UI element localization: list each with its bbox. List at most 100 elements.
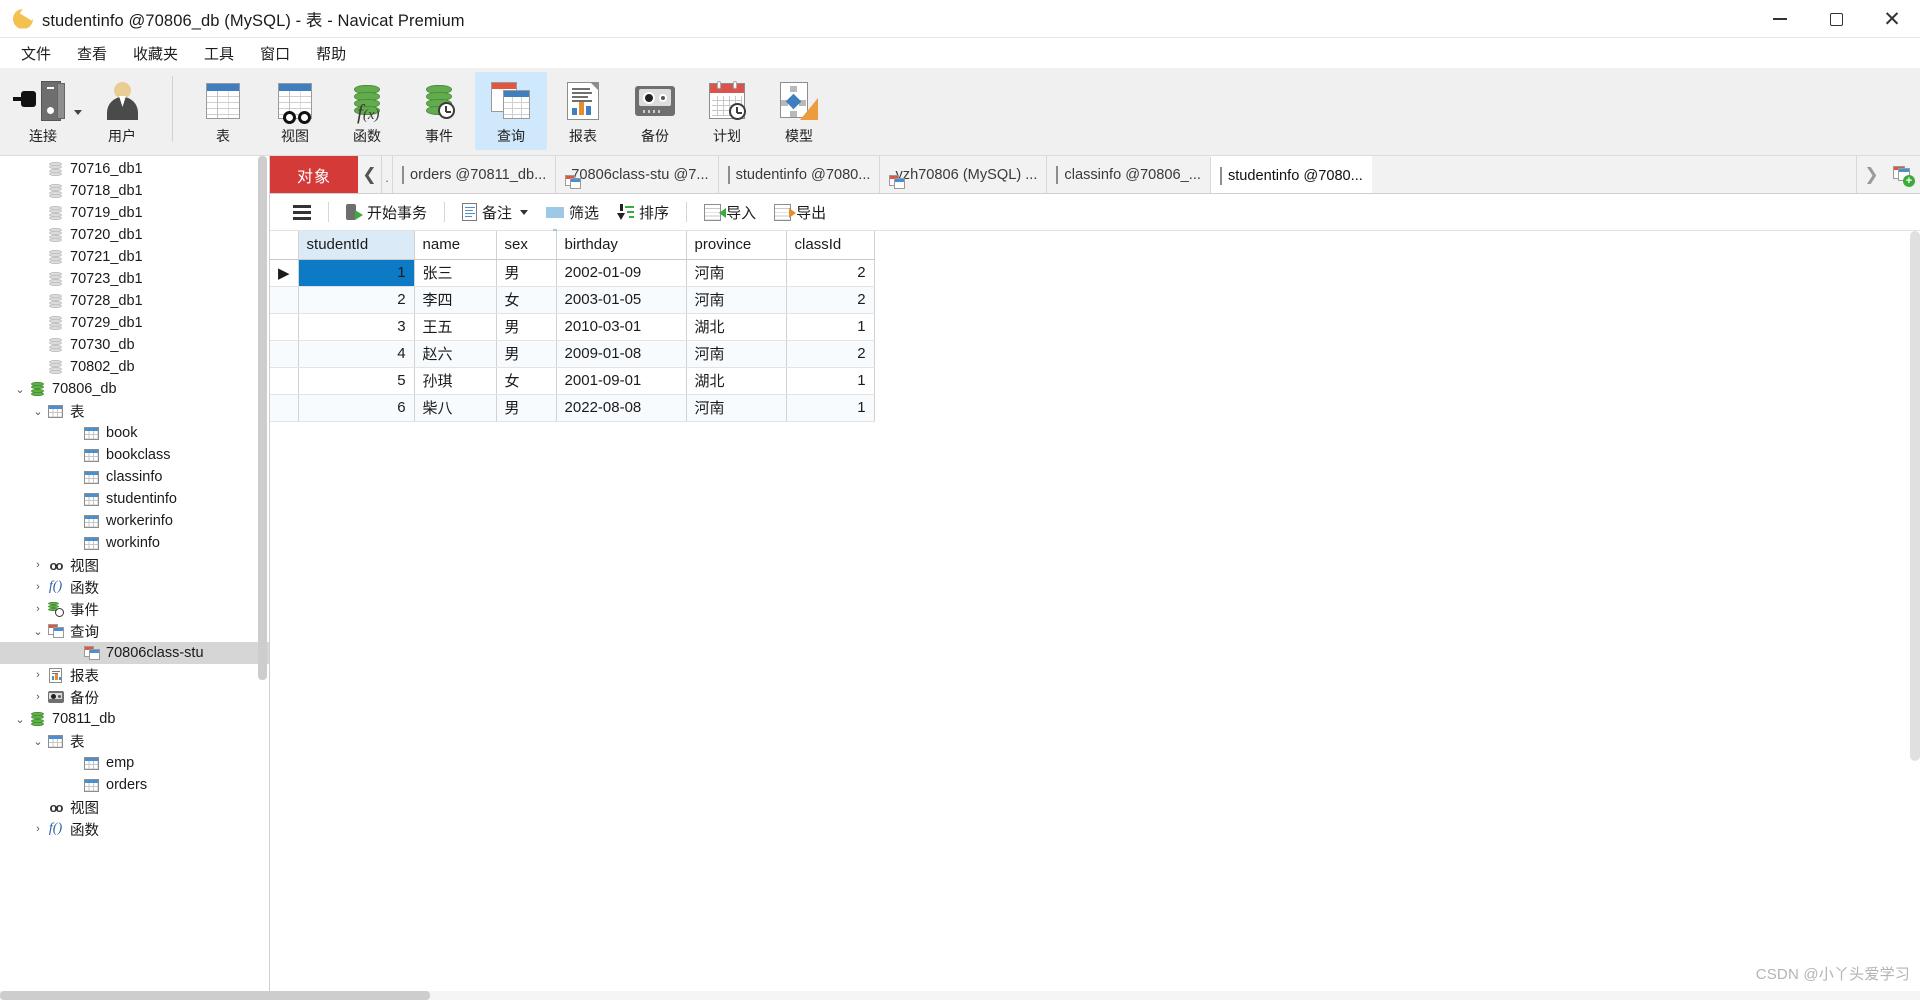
tree-node-70811-db[interactable]: ⌄ 70811_db <box>0 708 269 730</box>
toolbar-event-button[interactable]: 事件 <box>403 72 475 150</box>
menu-item-favorites[interactable]: 收藏夹 <box>120 39 191 68</box>
menu-item-view[interactable]: 查看 <box>64 39 120 68</box>
cell-studentId[interactable]: 4 <box>298 340 415 368</box>
row-marker[interactable] <box>270 394 299 422</box>
tree-node-70716-db1[interactable]: 70716_db1 <box>0 158 269 180</box>
menu-item-window[interactable]: 窗口 <box>247 39 303 68</box>
maximize-icon[interactable] <box>1808 0 1864 38</box>
cell-name[interactable]: 赵六 <box>414 340 497 368</box>
grid-vertical-scrollbar-thumb[interactable] <box>1910 231 1920 761</box>
cell-province[interactable]: 湖北 <box>686 367 787 395</box>
cell-studentId[interactable]: 6 <box>298 394 415 422</box>
tree-node-bookclass[interactable]: bookclass <box>0 444 269 466</box>
row-marker[interactable] <box>270 313 299 341</box>
cell-classId[interactable]: 2 <box>786 340 875 368</box>
tree-node--[interactable]: ⌄ 表 <box>0 730 269 752</box>
table-row[interactable]: 5 孙琪女 2001-09-01 湖北 1 <box>270 367 875 395</box>
tree-twisty[interactable]: › <box>30 691 46 703</box>
cell-studentId[interactable]: 5 <box>298 367 415 395</box>
tree-node-orders[interactable]: orders <box>0 774 269 796</box>
tree-node-70720-db1[interactable]: 70720_db1 <box>0 224 269 246</box>
tree-twisty[interactable]: ⌄ <box>12 713 28 726</box>
cell-sex[interactable]: 女 <box>496 367 557 395</box>
column-header-classId[interactable]: classId <box>786 231 875 260</box>
document-tab[interactable]: 70806class-stu @7... <box>555 156 718 193</box>
cell-province[interactable]: 河南 <box>686 394 787 422</box>
cell-name[interactable]: 李四 <box>414 286 497 314</box>
document-tab[interactable]: classinfo @70806_... <box>1046 156 1210 193</box>
tree-node-70730-db[interactable]: 70730_db <box>0 334 269 356</box>
cell-studentId[interactable]: 2 <box>298 286 415 314</box>
column-header-province[interactable]: province <box>686 231 787 260</box>
document-tab[interactable]: yzh70806 (MySQL) ... <box>879 156 1047 193</box>
cell-classId[interactable]: 2 <box>786 286 875 314</box>
menu-item-tools[interactable]: 工具 <box>191 39 247 68</box>
cell-sex[interactable]: 男 <box>496 259 557 287</box>
menu-item-help[interactable]: 帮助 <box>303 39 359 68</box>
import-button[interactable]: 导入 <box>695 198 765 227</box>
tree-node--[interactable]: › 报表 <box>0 664 269 686</box>
toolbar-model-button[interactable]: 模型 <box>763 72 835 150</box>
sidebar-scrollbar[interactable] <box>258 156 267 1000</box>
cell-name[interactable]: 张三 <box>414 259 497 287</box>
cell-sex[interactable]: 男 <box>496 313 557 341</box>
cell-studentId[interactable]: 1 <box>298 259 415 287</box>
tree-twisty[interactable]: ⌄ <box>30 405 46 418</box>
sidebar-scrollbar-thumb[interactable] <box>258 156 267 680</box>
sort-button[interactable]: 排序 <box>608 198 678 227</box>
tree-twisty[interactable]: › <box>30 581 46 593</box>
menu-item-file[interactable]: 文件 <box>8 39 64 68</box>
cell-sex[interactable]: 男 <box>496 340 557 368</box>
tree-node-emp[interactable]: emp <box>0 752 269 774</box>
toolbar-schedule-button[interactable]: 计划 <box>691 72 763 150</box>
table-row[interactable]: 4 赵六男 2009-01-08 河南 2 <box>270 340 875 368</box>
cell-birthday[interactable]: 2009-01-08 <box>556 340 687 368</box>
toolbar-report-button[interactable]: 报表 <box>547 72 619 150</box>
column-header-sex[interactable]: sex <box>496 231 557 260</box>
cell-classId[interactable]: 1 <box>786 313 875 341</box>
toolbar-function-button[interactable]: f(x) 函数 <box>331 72 403 150</box>
tree-node--[interactable]: › 事件 <box>0 598 269 620</box>
chevron-down-icon[interactable] <box>520 209 529 215</box>
tree-twisty[interactable]: ⌄ <box>30 625 46 638</box>
tree-node-70721-db1[interactable]: 70721_db1 <box>0 246 269 268</box>
chevron-down-icon[interactable] <box>74 110 82 115</box>
tree-twisty[interactable]: ⌄ <box>12 383 28 396</box>
toolbar-table-button[interactable]: 表 <box>187 72 259 150</box>
begin-transaction-button[interactable]: 开始事务 <box>337 198 436 227</box>
document-tab[interactable]: studentinfo @7080... <box>717 156 880 193</box>
cell-province[interactable]: 河南 <box>686 259 787 287</box>
tree-node-workinfo[interactable]: workinfo <box>0 532 269 554</box>
tree-node--[interactable]: ⌄ 表 <box>0 400 269 422</box>
tree-twisty[interactable]: › <box>30 559 46 571</box>
tree-node-studentinfo[interactable]: studentinfo <box>0 488 269 510</box>
cell-birthday[interactable]: 2002-01-09 <box>556 259 687 287</box>
toolbar-user-button[interactable]: 用户 <box>86 72 158 150</box>
cell-classId[interactable]: 2 <box>786 259 875 287</box>
toolbar-backup-button[interactable]: 备份 <box>619 72 691 150</box>
cell-name[interactable]: 孙琪 <box>414 367 497 395</box>
tree-node-classinfo[interactable]: classinfo <box>0 466 269 488</box>
tree-twisty[interactable]: › <box>30 603 46 615</box>
tree-node-70718-db1[interactable]: 70718_db1 <box>0 180 269 202</box>
tree-node--[interactable]: ⌄ 查询 <box>0 620 269 642</box>
row-marker[interactable] <box>270 367 299 395</box>
row-marker[interactable] <box>270 286 299 314</box>
tree-node-70806class-stu[interactable]: 70806class-stu <box>0 642 269 664</box>
cell-province[interactable]: 湖北 <box>686 313 787 341</box>
table-row[interactable]: ▶ 1 张三男 2002-01-09 河南 2 <box>270 259 875 287</box>
row-marker[interactable] <box>270 340 299 368</box>
tree-node-70723-db1[interactable]: 70723_db1 <box>0 268 269 290</box>
tree-node--[interactable]: › 备份 <box>0 686 269 708</box>
window-horizontal-scrollbar[interactable] <box>0 991 1920 1000</box>
grid-vertical-scrollbar[interactable] <box>1910 231 1920 1000</box>
column-header-name[interactable]: name <box>414 231 497 260</box>
note-button[interactable]: 备注 <box>453 198 537 227</box>
tree-node-70728-db1[interactable]: 70728_db1 <box>0 290 269 312</box>
grid-menu-button[interactable] <box>284 201 320 224</box>
cell-sex[interactable]: 女 <box>496 286 557 314</box>
document-tab[interactable]: orders @70811_db... <box>392 156 556 193</box>
toolbar-view-button[interactable]: 视图 <box>259 72 331 150</box>
tree-node--[interactable]: › f() 函数 <box>0 576 269 598</box>
table-row[interactable]: 3 王五男 2010-03-01 湖北 1 <box>270 313 875 341</box>
